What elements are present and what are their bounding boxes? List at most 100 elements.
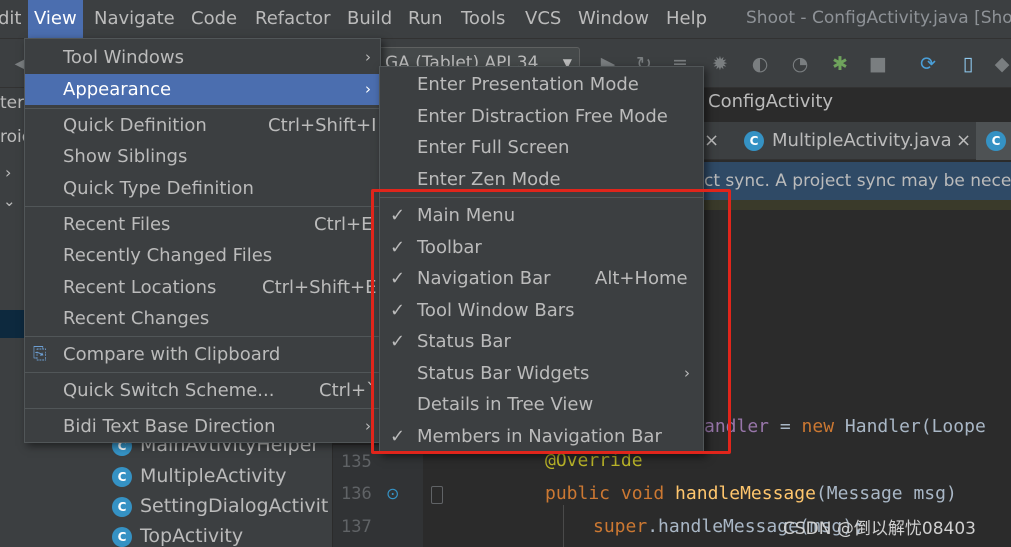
menu-edit[interactable]: dit	[0, 0, 27, 38]
menu-item-show-siblings[interactable]: Show Siblings	[25, 141, 380, 172]
menu-item-bidi-text-base-direction[interactable]: Bidi Text Base Direction ›	[25, 411, 380, 442]
nav-class-crumb[interactable]: ConfigActivity	[708, 91, 833, 112]
code-token: =	[769, 416, 802, 437]
line-number: 135	[341, 452, 372, 472]
menu-build[interactable]: Build	[341, 0, 398, 38]
profile-icon[interactable]: ◐	[748, 52, 772, 76]
menu-item-label: Quick Switch Scheme...	[63, 380, 275, 401]
menu-refactor[interactable]: Refactor	[249, 0, 337, 38]
tab-close-icon[interactable]: ×	[704, 122, 719, 160]
menu-item-recent-changes[interactable]: Recent Changes	[25, 303, 380, 334]
tree-item-settingdialogactivity[interactable]: C SettingDialogActivit	[112, 491, 328, 521]
menu-separator	[25, 336, 380, 337]
menu-item-quick-type-definition[interactable]: Quick Type Definition	[25, 173, 380, 204]
menu-item-label: Compare with Clipboard	[63, 344, 281, 365]
sync-banner: ct sync. A project sync may be neces	[704, 162, 1011, 200]
menu-item-recently-changed-files[interactable]: Recently Changed Files	[25, 240, 380, 271]
attach-debugger-icon[interactable]: ◔	[788, 52, 812, 76]
chevron-right-icon: ›	[365, 48, 371, 66]
menu-run[interactable]: Run	[402, 0, 449, 38]
chevron-right-icon[interactable]: ›	[5, 163, 11, 182]
tree-item-label: MultipleActivity	[140, 465, 287, 487]
tree-item-label: SettingDialogActivit	[140, 495, 329, 517]
menu-item-appearance[interactable]: Appearance ›	[25, 74, 380, 105]
tab-multipleactivity[interactable]: C MultipleActivity.java	[744, 122, 952, 160]
window-title: Shoot - ConfigActivity.java [Sho	[746, 8, 1011, 28]
class-icon: C	[112, 527, 132, 547]
tab-configactivity[interactable]: C	[976, 122, 1011, 160]
menu-item-shortcut: Ctrl+Shift+E	[262, 277, 377, 298]
class-icon: C	[744, 131, 764, 151]
fold-marker-icon[interactable]	[431, 486, 443, 504]
menu-separator	[25, 408, 380, 409]
project-panel-header: ter	[0, 93, 25, 113]
tree-selected-row[interactable]	[0, 310, 25, 338]
debug-icon[interactable]: ✹	[708, 52, 732, 76]
class-icon: C	[112, 497, 132, 517]
chevron-down-icon[interactable]: ⌄	[3, 192, 16, 210]
menu-item-tool-windows[interactable]: Tool Windows ›	[25, 42, 380, 73]
watermark: CSDN @倒以解忧08403	[783, 519, 976, 539]
code-token: public void	[545, 483, 665, 504]
menu-item-enter-presentation-mode[interactable]: Enter Presentation Mode	[380, 69, 703, 100]
sync-gradle-icon[interactable]: ⟳	[916, 52, 940, 76]
override-gutter-icon[interactable]: ⊙	[386, 484, 399, 503]
menu-item-label: Recent Files	[63, 214, 171, 235]
menu-item-label: Enter Full Screen	[417, 137, 570, 158]
menu-bar: dit View Navigate Code Refactor Build Ru…	[0, 0, 1011, 38]
attach-bug-icon[interactable]: ✱	[828, 52, 852, 76]
code-token: new	[801, 416, 835, 437]
menu-item-label: Recent Locations	[63, 277, 217, 298]
menu-view[interactable]: View	[28, 0, 83, 38]
menu-item-shortcut: Ctrl+E	[314, 214, 373, 235]
menu-item-label: Enter Presentation Mode	[417, 74, 639, 95]
stop-icon[interactable]: ■	[866, 52, 890, 76]
menu-item-recent-files[interactable]: Recent Files Ctrl+E	[25, 209, 380, 240]
menu-item-label: Quick Definition	[63, 115, 207, 136]
menu-item-label: Recently Changed Files	[63, 245, 273, 266]
class-icon: C	[112, 467, 132, 487]
class-icon: C	[986, 131, 1006, 151]
menu-item-compare-with-clipboard[interactable]: ⎘ Compare with Clipboard	[25, 339, 380, 370]
menu-item-shortcut: Ctrl+`	[319, 380, 376, 401]
device-manager-icon[interactable]: ▯	[956, 52, 980, 76]
code-line-handler[interactable]: andler = new Handler(Loope	[704, 416, 986, 437]
line-number: 136	[341, 484, 372, 504]
code-strip	[704, 200, 1011, 210]
menu-item-quick-switch-scheme[interactable]: Quick Switch Scheme... Ctrl+`	[25, 375, 380, 406]
tree-item-multipleactivity[interactable]: C MultipleActivity	[112, 461, 287, 491]
tab-close-icon[interactable]: ×	[956, 122, 971, 160]
menu-item-label: Recent Changes	[63, 308, 210, 329]
menu-tools[interactable]: Tools	[455, 0, 511, 38]
menu-window[interactable]: Window	[572, 0, 655, 38]
menu-separator	[25, 108, 380, 109]
menu-item-label: Show Siblings	[63, 146, 188, 167]
editor-tab-bar: × C MultipleActivity.java × C	[704, 122, 1011, 160]
menu-item-label: Bidi Text Base Direction	[63, 416, 276, 437]
ide-window: dit View Navigate Code Refactor Build Ru…	[0, 0, 1011, 547]
menu-item-enter-distraction-free-mode[interactable]: Enter Distraction Free Mode	[380, 101, 703, 132]
menu-vcs[interactable]: VCS	[519, 0, 567, 38]
menu-item-label: Tool Windows	[63, 47, 185, 68]
menu-item-shortcut: Ctrl+Shift+I	[268, 115, 377, 136]
menu-code[interactable]: Code	[185, 0, 243, 38]
chevron-right-icon: ›	[365, 80, 371, 98]
menu-item-enter-full-screen[interactable]: Enter Full Screen	[380, 132, 703, 163]
sdk-manager-icon[interactable]: ◆	[990, 52, 1011, 76]
menu-item-quick-definition[interactable]: Quick Definition Ctrl+Shift+I	[25, 110, 380, 141]
menu-separator	[25, 372, 380, 373]
code-token: handleMessage	[664, 483, 816, 504]
menu-item-recent-locations[interactable]: Recent Locations Ctrl+Shift+E	[25, 272, 380, 303]
menu-item-label: Enter Zen Mode	[417, 169, 561, 190]
navigation-bar: ConfigActivity	[704, 88, 1011, 118]
highlight-annotation-box	[371, 189, 731, 454]
tree-item-topactivity[interactable]: C TopActivity	[112, 521, 243, 547]
menu-item-label: Quick Type Definition	[63, 178, 254, 199]
indent-guide	[563, 505, 564, 547]
tree-item-label: TopActivity	[140, 525, 244, 547]
code-line-handlemessage[interactable]: public void handleMessage(Message msg)	[545, 483, 957, 504]
code-token: Handler(Loope	[834, 416, 986, 437]
menu-navigate[interactable]: Navigate	[88, 0, 181, 38]
menu-help[interactable]: Help	[660, 0, 713, 38]
code-token: super	[593, 516, 648, 537]
